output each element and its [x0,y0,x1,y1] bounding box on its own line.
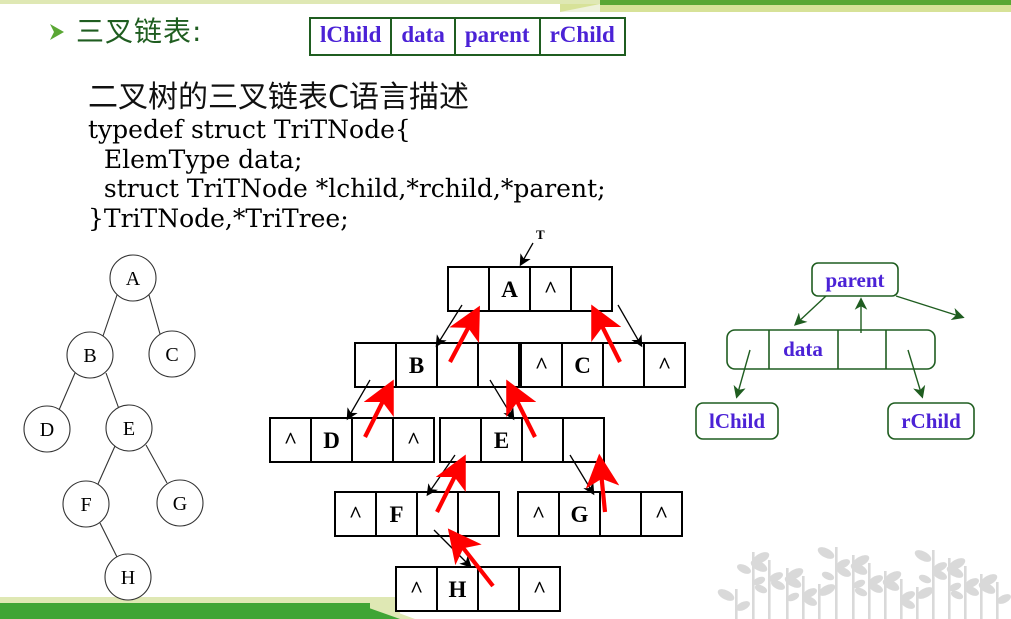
tree-node-label-F: F [80,494,91,516]
list-node-H-cell-0-text: ^ [410,577,423,602]
list-node-E-cell-3 [562,417,605,463]
list-node-C-cell-0-text: ^ [535,353,548,378]
list-node-C-cell-3-text: ^ [658,353,671,378]
list-node-D-cell-1-text: D [323,428,340,453]
sprout-stem [916,587,919,619]
tree-node-label-A: A [126,268,141,290]
list-node-B-cell-3 [477,342,520,388]
tree-node-label-D: D [40,419,54,441]
legend-rchild-label: rChild [901,409,961,433]
list-node-F-cell-1-text: F [389,502,403,527]
list-node-F-cell-3 [457,491,500,537]
root-pointer-label: T [536,227,545,242]
sprout-stem [735,589,738,619]
list-node-A-cell-1-text: A [501,277,518,302]
list-node-G-cell-3-text: ^ [655,502,668,527]
list-node-D-cell-0-text: ^ [284,428,297,453]
list-node-H-cell-1-text: H [449,577,467,602]
tree-node-label-H: H [121,567,135,589]
list-node-A-cell-2-text: ^ [544,277,557,302]
sprout-stem [818,584,821,619]
linked-list-nodes: A ^B ^ C ^^ D ^ E^ F ^ G ^^ H ^ [269,266,686,612]
list-node-H: ^ H ^ [395,566,561,612]
sprout-leaf [918,574,932,584]
list-node-A: A ^ [447,266,613,312]
sprout-stem [868,563,871,619]
diagram-canvas: AB CD EF GH T A ^B ^ C ^^ D ^ E^ F ^ G ^^ H ^ parent dat… [23,227,1011,619]
legend-data-label: data [783,337,823,361]
tree-node-label-B: B [83,345,96,367]
legend-lchild-label: lChild [709,409,765,433]
list-node-H-cell-3-text: ^ [533,577,546,602]
legend-diagram: parent data lChild rChild [695,262,975,440]
list-node-G-cell-0-text: ^ [532,502,545,527]
list-node-F-cell-0-text: ^ [349,502,362,527]
sprout-leaf [821,571,835,581]
sprout-stem [964,566,967,619]
list-node-G: ^ G ^ [517,491,683,537]
sprout-stem [932,550,935,619]
list-node-A-cell-3 [570,266,613,312]
list-node-F: ^ F [334,491,500,537]
tree-node-label-C: C [165,344,178,366]
list-node-G-cell-1-text: G [571,502,589,527]
sprout-stem [768,560,771,619]
list-node-D-cell-3-text: ^ [407,428,420,453]
sprout-leaf [914,550,932,562]
list-node-F-cell-2 [416,491,459,537]
list-node-C-cell-1-text: C [574,353,591,378]
sprout-leaf [817,547,835,559]
list-node-C-cell-2 [602,342,645,388]
sprout-leaf [737,564,751,574]
list-node-C: ^ C ^ [520,342,686,388]
legend-parent-label: parent [825,268,884,292]
list-node-E: E [439,417,605,463]
sprout-decoration [717,547,1011,619]
list-node-D: ^ D ^ [269,417,435,463]
root-pointer: T [519,227,545,267]
list-node-A-cell-0 [447,266,490,312]
list-node-B-cell-0 [354,342,397,388]
tree-node-label-E: E [123,418,135,440]
list-node-E-cell-0 [439,417,482,463]
list-node-B: B [354,342,520,388]
tree-node-label-G: G [173,493,187,515]
sprout-stem [835,547,838,619]
sprout-leaf [717,589,735,601]
list-node-G-cell-2 [599,491,642,537]
legend-node-box [726,329,936,370]
list-node-B-cell-1-text: B [409,353,424,378]
list-node-E-cell-1-text: E [494,428,509,453]
